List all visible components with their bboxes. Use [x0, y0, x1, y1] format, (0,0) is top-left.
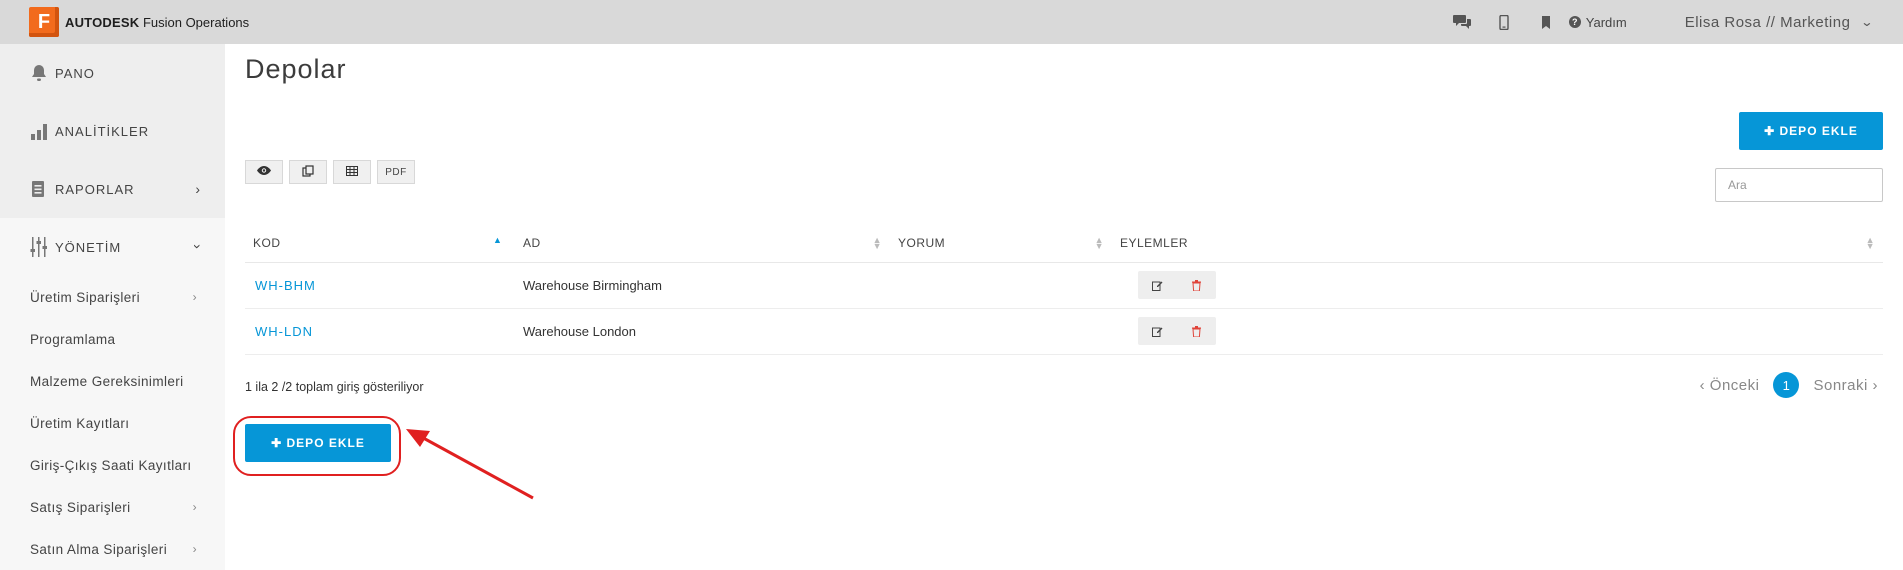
search-input[interactable]: [1715, 168, 1883, 202]
sidebar-subitem-label: Programlama: [30, 331, 116, 347]
bar-chart-icon: [28, 120, 50, 142]
sort-asc-icon: ▲: [493, 235, 503, 245]
warehouse-code-link[interactable]: WH-BHM: [253, 278, 316, 293]
page-title: Depolar: [245, 54, 347, 84]
mobile-icon[interactable]: [1489, 0, 1519, 44]
chevron-right-icon: ›: [192, 290, 197, 304]
cell-actions: [1112, 262, 1883, 309]
annotation-arrow: [406, 429, 534, 500]
cell-name: Warehouse Birmingham: [515, 262, 890, 309]
sidebar-item-label: RAPORLAR: [55, 181, 135, 197]
highlight-circle: [233, 416, 401, 476]
cell-actions: [1112, 308, 1883, 355]
row-actions: [1138, 271, 1216, 299]
sidebar-item-pano[interactable]: PANO: [0, 44, 225, 102]
table-row: WH-LDN Warehouse London: [245, 308, 1883, 355]
previous-page-link[interactable]: ‹ Önceki: [1700, 377, 1760, 394]
column-visibility-button[interactable]: [245, 160, 283, 184]
sidebar-subitem-programlama[interactable]: Programlama: [0, 318, 225, 360]
help-label: Yardım: [1585, 14, 1627, 30]
sidebar-item-label: PANO: [55, 65, 95, 81]
sort-icon: ▲ ▼: [1094, 235, 1104, 251]
row-actions: [1138, 317, 1216, 345]
brand[interactable]: F AUTODESK Fusion Operations: [29, 7, 249, 37]
cell-comment: [890, 308, 1112, 355]
column-header-label: AD: [523, 235, 541, 250]
help-icon: ?: [1568, 16, 1581, 28]
user-menu[interactable]: Elisa Rosa // Marketing ⌄: [1684, 13, 1875, 31]
edit-icon[interactable]: [1138, 317, 1177, 345]
sort-icon: ▲ ▼: [1865, 235, 1875, 251]
sidebar-subitem-uretim-kayitlari[interactable]: Üretim Kayıtları: [0, 402, 225, 444]
cell-code: WH-LDN: [245, 308, 515, 355]
table-row: WH-BHM Warehouse Birmingham: [245, 262, 1883, 309]
sidebar-subitem-label: Üretim Siparişleri: [30, 289, 140, 305]
chevron-right-icon: ›: [192, 542, 197, 556]
sidebar-subitem-label: Satış Siparişleri: [30, 499, 131, 515]
help-link[interactable]: ? Yardım: [1568, 14, 1627, 30]
chevron-down-icon: ⌄: [1860, 15, 1875, 29]
sidebar-subitem-malzeme-gereksinimleri[interactable]: Malzeme Gereksinimleri: [0, 360, 225, 402]
cell-comment: [890, 262, 1112, 309]
table-toolbar: PDF: [245, 160, 421, 184]
autodesk-fusion-logo: F: [29, 7, 59, 37]
sliders-icon: [28, 236, 50, 258]
chevron-right-icon: ›: [192, 500, 197, 514]
column-header-eylemler[interactable]: EYLEMLER ▲ ▼: [1112, 224, 1883, 263]
sidebar-subitem-label: Malzeme Gereksinimleri: [30, 373, 184, 389]
sidebar-subitem-uretim-siparisleri[interactable]: Üretim Siparişleri ›: [0, 276, 225, 318]
pagination: ‹ Önceki 1 Sonraki ›: [1700, 372, 1878, 398]
eye-icon: [257, 166, 271, 178]
user-label: Elisa Rosa // Marketing: [1684, 13, 1851, 31]
report-icon: [28, 178, 50, 200]
chat-icon[interactable]: [1447, 0, 1477, 44]
sidebar-subitem-label: Üretim Kayıtları: [30, 415, 130, 431]
cell-name: Warehouse London: [515, 308, 890, 355]
column-header-yorum[interactable]: YORUM ▲ ▼: [890, 224, 1112, 263]
sidebar-item-label: YÖNETİM: [55, 239, 122, 255]
sidebar: PANO ANALİTİKLER RAPORLAR › YÖNETİM › Ür…: [0, 44, 225, 570]
copy-button[interactable]: [289, 160, 327, 184]
bell-icon: [28, 62, 50, 84]
sidebar-subitem-giris-cikis-saati[interactable]: Giriş-Çıkış Saati Kayıtları: [0, 444, 225, 486]
cell-code: WH-BHM: [245, 262, 515, 309]
sidebar-subitem-satis-siparisleri[interactable]: Satış Siparişleri ›: [0, 486, 225, 528]
delete-icon[interactable]: [1177, 317, 1216, 345]
column-header-kod[interactable]: KOD: [245, 224, 515, 263]
sidebar-item-raporlar[interactable]: RAPORLAR ›: [0, 160, 225, 218]
edit-icon[interactable]: [1138, 271, 1177, 299]
bookmark-icon[interactable]: [1531, 0, 1561, 44]
sort-icon: ▲ ▼: [872, 235, 882, 251]
sidebar-submenu: Üretim Siparişleri › Programlama Malzeme…: [0, 276, 225, 570]
sidebar-subitem-label: Satın Alma Siparişleri: [30, 541, 168, 557]
sidebar-subitem-label: Giriş-Çıkış Saati Kayıtları: [30, 457, 192, 473]
sidebar-item-label: ANALİTİKLER: [55, 123, 150, 139]
brand-name: AUTODESK Fusion Operations: [65, 15, 249, 30]
copy-icon: [302, 164, 314, 180]
top-bar: F AUTODESK Fusion Operations ? Yardım El…: [0, 0, 1903, 44]
table-header-row: KOD ▲ AD ▲ ▼ YORUM ▲ ▼ EYLEMLER ▲ ▼: [245, 224, 1883, 263]
current-page-button[interactable]: 1: [1773, 372, 1800, 398]
add-warehouse-button-top[interactable]: ✚ DEPO EKLE: [1739, 112, 1883, 150]
column-header-label: YORUM: [898, 235, 946, 250]
warehouse-code-link[interactable]: WH-LDN: [253, 324, 313, 339]
sidebar-item-analitikler[interactable]: ANALİTİKLER: [0, 102, 225, 160]
chevron-down-icon: ›: [190, 244, 207, 250]
column-header-ad[interactable]: ▲ AD ▲ ▼: [493, 224, 890, 263]
sidebar-item-yonetim[interactable]: YÖNETİM ›: [0, 218, 225, 276]
excel-export-button[interactable]: [333, 160, 371, 184]
next-page-link[interactable]: Sonraki ›: [1813, 377, 1878, 394]
warehouses-table: KOD ▲ AD ▲ ▼ YORUM ▲ ▼ EYLEMLER ▲ ▼ WH-B…: [245, 224, 1883, 355]
column-header-label: EYLEMLER: [1120, 235, 1189, 250]
delete-icon[interactable]: [1177, 271, 1216, 299]
brand-name-rest: Fusion Operations: [142, 14, 250, 30]
chevron-right-icon: ›: [195, 181, 201, 197]
brand-name-bold: AUTODESK: [65, 14, 140, 30]
column-header-label: KOD: [253, 235, 281, 250]
pdf-export-button[interactable]: PDF: [377, 160, 415, 184]
table-info-text: 1 ila 2 /2 toplam giriş gösteriliyor: [245, 380, 424, 394]
table-icon: [346, 165, 358, 179]
